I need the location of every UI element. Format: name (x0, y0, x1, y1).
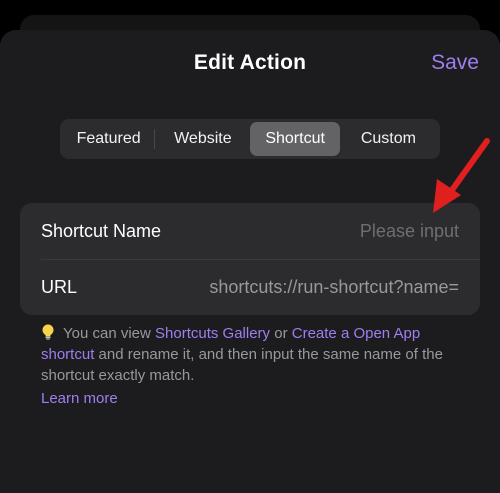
shortcut-name-label: Shortcut Name (41, 220, 162, 241)
learn-more-link[interactable]: Learn more (41, 388, 461, 409)
save-button[interactable]: Save (431, 51, 479, 75)
sheet-header: Edit Action Save (0, 30, 500, 98)
page-title: Edit Action (193, 51, 307, 74)
tab-custom[interactable]: Custom (340, 122, 437, 156)
shortcuts-gallery-link[interactable]: Shortcuts Gallery (155, 325, 270, 342)
action-type-segmented-control: Featured Website Shortcut Custom (60, 119, 440, 159)
info-text-part: and rename it, and then input the same n… (41, 346, 443, 384)
edit-action-sheet: Edit Action Save Featured Website Shortc… (0, 30, 500, 493)
shortcut-name-row[interactable]: Shortcut Name Please input (20, 203, 480, 259)
lightbulb-icon (42, 324, 54, 340)
tab-website[interactable]: Website (155, 122, 250, 156)
url-label: URL (41, 276, 78, 297)
info-text-part: or (274, 325, 288, 342)
info-text: You can view Shortcuts Gallery or Create… (41, 323, 461, 409)
shortcut-name-input[interactable]: Please input (360, 221, 459, 242)
tab-featured[interactable]: Featured (63, 122, 154, 156)
shortcut-form-card: Shortcut Name Please input URL shortcuts… (20, 203, 480, 315)
tab-shortcut[interactable]: Shortcut (250, 122, 340, 156)
url-row[interactable]: URL shortcuts://run-shortcut?name= (20, 259, 480, 315)
info-text-part: You can view (63, 325, 151, 342)
url-input[interactable]: shortcuts://run-shortcut?name= (209, 277, 459, 298)
